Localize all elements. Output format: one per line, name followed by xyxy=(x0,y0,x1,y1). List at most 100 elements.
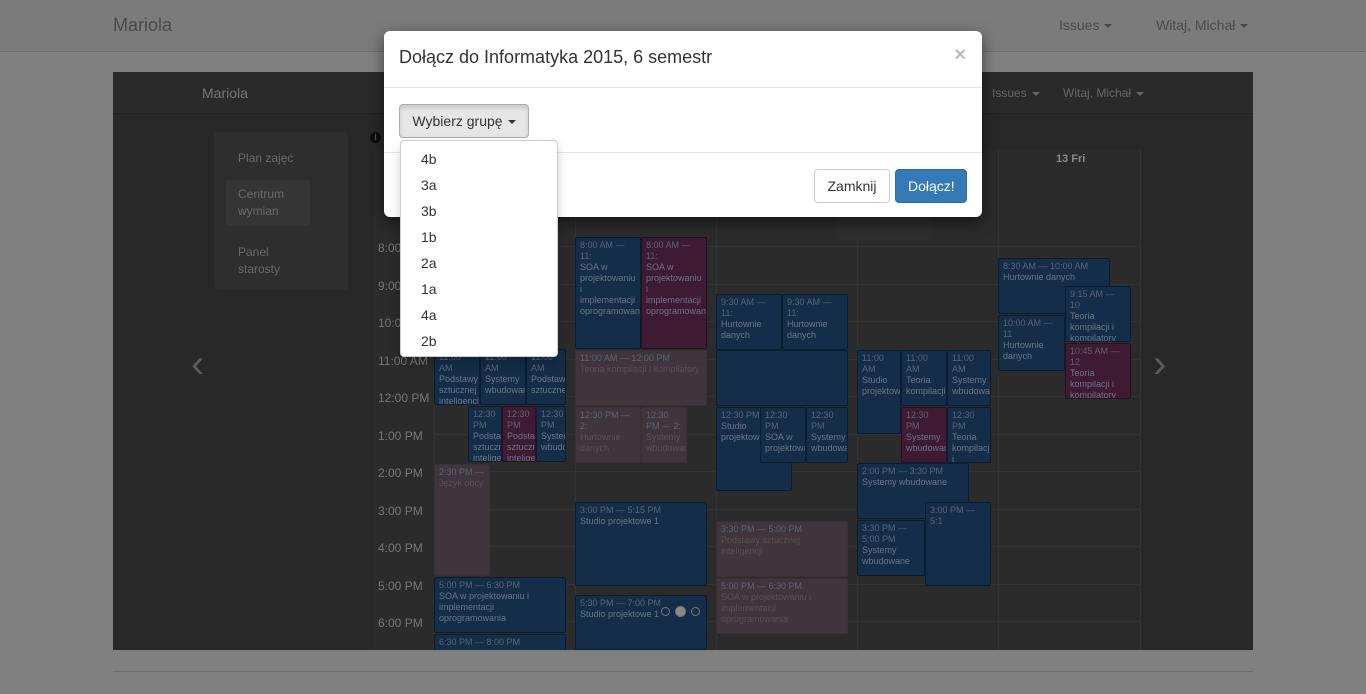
event-time: 6:30 PM — 8:00 PM xyxy=(439,637,521,647)
event-title: SOA w projektowaniu i implementacji opro… xyxy=(721,592,812,624)
event-title: Podstawy sztucznej xyxy=(531,374,566,395)
event-title: Podstawy sztucznej inteligencji xyxy=(721,535,801,556)
carousel-indicators xyxy=(661,602,705,618)
calendar-event: 11:00 AM Teoria kompilacji xyxy=(901,350,947,406)
info-icon: i xyxy=(370,132,381,143)
select-group-label: Wybierz grupę xyxy=(412,113,503,129)
inner-user-dropdown: Witaj, Michał xyxy=(1063,86,1145,100)
event-title: Hurtownie danych xyxy=(580,432,621,453)
event-title: Hurtownie danych xyxy=(721,319,762,340)
join-button[interactable]: Dołącz! xyxy=(895,169,967,203)
event-time: 12:30 PM — 2: xyxy=(646,410,682,431)
calendar-event: 8:00 AM — 11: SOA w projektowaniu i imple… xyxy=(641,237,707,349)
grid-col xyxy=(998,149,999,650)
event-title: Studio projektowe 1 xyxy=(580,609,660,619)
carousel-prev-icon[interactable]: ‹ xyxy=(191,342,204,387)
user-dropdown-label: Witaj, Michał xyxy=(1156,17,1236,33)
time-label: 4:00 PM xyxy=(378,541,423,555)
event-title: Systemy wbudowane xyxy=(862,545,911,566)
event-time: 5:00 PM — 6:30 PM xyxy=(439,580,521,590)
time-label: 5:00 PM xyxy=(378,579,423,593)
close-icon[interactable]: × xyxy=(954,45,966,65)
group-option[interactable]: 3a xyxy=(401,172,557,198)
event-title: Podstawy sztucznej inteligencji xyxy=(473,431,502,462)
event-title: Systemy wbudowane xyxy=(811,432,847,453)
event-title: Systemy wbudowane xyxy=(952,375,991,396)
event-title: Systemy wbudowane xyxy=(862,477,948,487)
group-option[interactable]: 1b xyxy=(401,224,557,250)
event-time: 9:30 AM — 11: xyxy=(787,297,832,318)
inner-user-label: Witaj, Michał xyxy=(1063,86,1132,100)
group-option[interactable]: 2a xyxy=(401,250,557,276)
event-title: SOA w projektowaniu i implementacji opro… xyxy=(439,591,530,623)
calendar-event: 2:30 PM — Język obcy xyxy=(434,464,490,576)
time-label: 6:00 PM xyxy=(378,616,423,630)
event-time: 3:30 PM — 5:00 PM xyxy=(721,524,803,534)
event-title: Teoria kompilacji i kompilatory xyxy=(952,432,991,463)
caret-down-icon xyxy=(1240,24,1249,29)
caret-down-icon xyxy=(507,120,516,125)
inner-brand: Mariola xyxy=(202,85,248,101)
event-title: SOA w projektowaniu xyxy=(765,432,805,453)
event-time: 12:30 PM xyxy=(541,409,564,430)
event-time: 3:00 PM — 5:1 xyxy=(930,505,976,526)
calendar-event: 10:45 AM — 12 Teoria kompilacji i kompila… xyxy=(1065,343,1131,399)
calendar-event: 12:30 PMPodstawy sztucznej inteligencji xyxy=(502,406,536,462)
footer-divider xyxy=(113,671,1253,672)
calendar-event: 11:00 AMPodstawy sztucznej xyxy=(526,349,566,405)
calendar-event: 11:00 AM — 12:00 PM Teoria kompilacji i k… xyxy=(575,350,707,406)
event-title: Podstawy sztucznej inteligencji xyxy=(507,431,536,462)
close-button[interactable]: Zamknij xyxy=(814,169,890,203)
select-group-button[interactable]: Wybierz grupę xyxy=(399,104,529,138)
group-option[interactable]: 4a xyxy=(401,302,557,328)
carousel-dot[interactable] xyxy=(691,606,700,616)
event-title: Hurtownie danych xyxy=(787,319,828,340)
calendar-event: 11:00 AMStudio projektowe xyxy=(857,350,901,434)
group-option[interactable]: 1a xyxy=(401,276,557,302)
user-dropdown[interactable]: Witaj, Michał xyxy=(1156,17,1249,33)
carousel-dot-active[interactable] xyxy=(675,605,686,617)
group-option[interactable]: 2b xyxy=(401,328,557,354)
calendar-event: 3:00 PM — 5:15 PM Studio projektowe 1 xyxy=(575,502,707,586)
calendar-event: 12:30 PMTeoria kompilacji i kompilatory xyxy=(947,407,991,463)
time-label: 1:00 PM xyxy=(378,429,423,443)
event-time: 10:45 AM — 12 xyxy=(1070,346,1120,367)
event-time: 12:30 PM — 2: xyxy=(580,410,631,431)
calendar-event: 12:30 PMSystemy wbudowane xyxy=(536,406,566,462)
event-time: 3:00 PM — 5:15 PM xyxy=(580,505,662,515)
inner-sidebar-item: Panel starosty xyxy=(238,245,281,276)
grid-row xyxy=(434,509,1141,510)
issues-dropdown[interactable]: Issues xyxy=(1059,17,1113,33)
event-title: Systemy wbudowane xyxy=(646,432,686,453)
calendar-event: 12:30 PMSystemy wbudowane xyxy=(806,407,848,463)
calendar-event: 12:30 PMSystemy wbudowane xyxy=(901,407,947,463)
event-time: 9:15 AM — 10 xyxy=(1070,289,1115,310)
inner-issues-label: Issues xyxy=(992,86,1027,100)
caret-down-icon xyxy=(1031,91,1040,96)
event-time: 11:00 AM xyxy=(906,353,928,374)
group-option[interactable]: 4b xyxy=(401,146,557,172)
day-header: 13 Fri xyxy=(1056,153,1086,165)
time-label: 2:00 PM xyxy=(378,466,423,480)
carousel-next-icon[interactable]: › xyxy=(1153,342,1166,387)
calendar-event: 12:30 PMPodstawy sztucznej inteligencji xyxy=(468,406,502,462)
event-time: 12:30 PM xyxy=(473,409,496,430)
brand-link[interactable]: Mariola xyxy=(113,15,172,36)
event-title: Teoria kompilacji i kompilatory xyxy=(1070,311,1117,342)
group-option[interactable]: 3b xyxy=(401,198,557,224)
event-time: 5:00 PM — 6:30 PM xyxy=(721,581,803,591)
inner-sidebar-item-active: Centrum wymian xyxy=(226,180,310,226)
time-label: 3:00 PM xyxy=(378,504,423,518)
calendar-event xyxy=(716,350,848,406)
calendar-event: 3:30 PM — 5:00 PM Podstawy sztucznej inte… xyxy=(716,521,848,577)
event-time: 12:30 PM xyxy=(952,410,975,431)
calendar-event: 9:30 AM — 11: Hurtownie danych xyxy=(716,294,782,350)
event-title: Teoria kompilacji xyxy=(906,375,946,396)
event-time: 11:00 AM — 12:00 PM xyxy=(580,353,670,363)
event-title: Hurtownie danych xyxy=(1003,340,1044,361)
inner-issues-dropdown: Issues xyxy=(992,86,1040,100)
carousel-dot[interactable] xyxy=(661,606,670,616)
calendar-event: 11:00 AMSystemy wbudowane xyxy=(947,350,991,406)
caret-down-icon xyxy=(1136,91,1145,96)
event-time: 3:30 PM — 5:00 PM xyxy=(862,523,908,544)
